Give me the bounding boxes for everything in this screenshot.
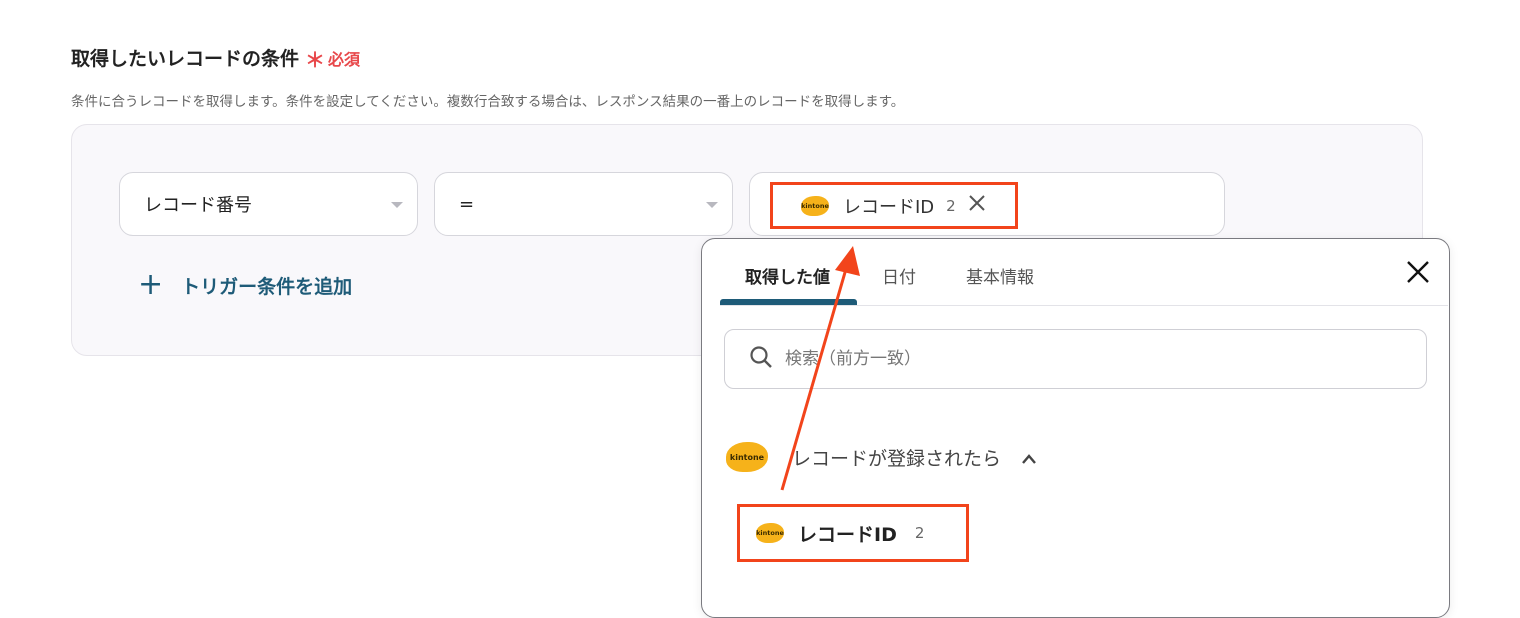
section-title: 取得したいレコードの条件＊必須: [71, 44, 360, 73]
list-item-label: レコードID: [798, 523, 897, 546]
group-label: レコードが登録されたら: [792, 447, 1002, 470]
kintone-logo-icon: kintone: [726, 442, 768, 472]
kintone-logo-icon: kintone: [801, 195, 829, 216]
chevron-down-icon: [706, 202, 718, 208]
search-icon: [749, 345, 773, 373]
value-picker-popup: 取得した値 日付 基本情報 kintone レコードが登録されたら kinton…: [701, 238, 1450, 618]
tab-basic-info[interactable]: 基本情報: [966, 263, 1034, 288]
value-token-label: レコードID: [843, 196, 935, 218]
tab-acquired-values[interactable]: 取得した値: [745, 263, 830, 288]
tab-bar: 取得した値 日付 基本情報: [720, 239, 1448, 306]
close-icon[interactable]: [968, 194, 986, 217]
required-mark: ＊: [305, 48, 326, 72]
operator-select-value: =: [459, 193, 475, 215]
chevron-down-icon: [391, 202, 403, 208]
plus-icon: +: [138, 267, 164, 302]
close-icon[interactable]: [1405, 257, 1431, 291]
group-header[interactable]: kintone レコードが登録されたら: [726, 442, 1036, 472]
list-item[interactable]: kintone レコードID 2: [737, 504, 969, 562]
add-condition-label: トリガー条件を追加: [181, 275, 353, 298]
field-select[interactable]: レコード番号: [119, 172, 418, 236]
field-select-value: レコード番号: [144, 195, 252, 216]
required-label: 必須: [328, 50, 361, 69]
operator-select[interactable]: =: [434, 172, 733, 236]
add-condition-button[interactable]: + トリガー条件を追加: [138, 270, 352, 300]
kintone-logo-icon: kintone: [756, 523, 784, 543]
section-description: 条件に合うレコードを取得します。条件を設定してください。複数行合致する場合は、レ…: [71, 94, 905, 110]
tab-date[interactable]: 日付: [882, 263, 916, 288]
value-token-count: 2: [946, 196, 956, 215]
list-item-count: 2: [914, 524, 925, 542]
value-token[interactable]: kintone レコードID 2: [770, 182, 1018, 229]
required-badge: ＊必須: [305, 48, 361, 72]
search-field[interactable]: [724, 329, 1427, 389]
active-tab-indicator: [720, 299, 857, 305]
search-input[interactable]: [783, 348, 1387, 370]
section-title-text: 取得したいレコードの条件: [71, 48, 300, 70]
chevron-up-icon: [1021, 450, 1036, 464]
